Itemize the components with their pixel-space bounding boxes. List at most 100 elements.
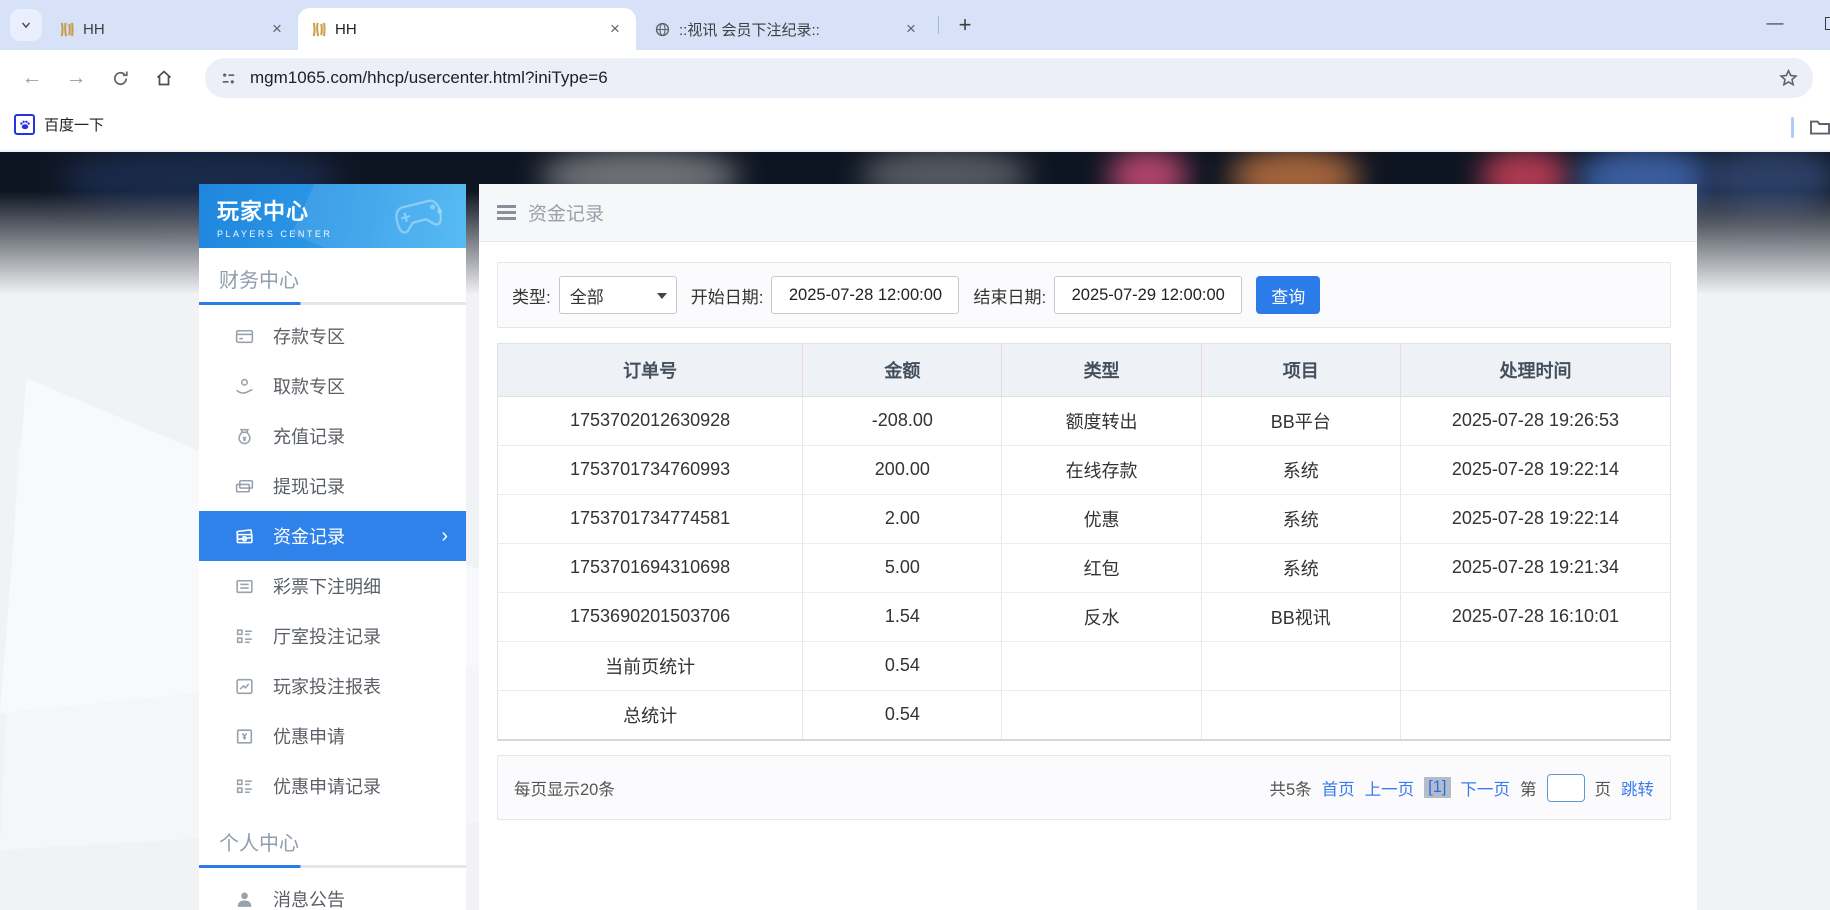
funds-table-wrapper: 订单号金额类型项目处理时间 1753702012630928-208.00额度转… xyxy=(497,343,1671,741)
sidebar-item-label: 彩票下注明细 xyxy=(273,573,381,599)
window-minimize-button[interactable]: — xyxy=(1752,0,1798,46)
back-button[interactable]: ← xyxy=(16,62,48,94)
tab-hh-1[interactable]: HH × xyxy=(46,8,298,50)
sidebar-item-player-bet-report[interactable]: 玩家投注报表 xyxy=(199,661,466,711)
bookmarks-folder-icon[interactable] xyxy=(1808,115,1830,139)
amount-cell: 0.54 xyxy=(803,690,1002,739)
person-icon xyxy=(233,888,255,910)
jump-button[interactable]: 跳转 xyxy=(1621,776,1654,800)
first-page-link[interactable]: 首页 xyxy=(1322,776,1355,800)
column-header-order-id: 订单号 xyxy=(498,344,803,396)
menu-hamburger-icon[interactable] xyxy=(497,205,516,220)
bookmark-baidu[interactable]: 百度一下 xyxy=(14,114,104,135)
order-id-cell: 1753690201503706 xyxy=(498,592,803,641)
sidebar-brand: 玩家中心 PLAYERS CENTER xyxy=(199,184,466,248)
amount-cell: 2.00 xyxy=(803,494,1002,543)
withdraw-hand-icon xyxy=(233,375,255,397)
filter-bar: 类型: 全部 开始日期: 结束日期: 查询 xyxy=(497,262,1671,328)
window-maximize-button[interactable] xyxy=(1808,0,1830,46)
tab-title: ::视讯 会员下注纪录:: xyxy=(679,19,892,40)
sidebar-item-label: 存款专区 xyxy=(273,323,345,349)
project-cell: 系统 xyxy=(1201,494,1400,543)
end-date-label: 结束日期: xyxy=(973,283,1046,308)
tab-close-icon[interactable]: × xyxy=(266,18,288,40)
type-cell: 优惠 xyxy=(1002,494,1201,543)
funds-note-icon xyxy=(233,525,255,547)
type-cell: 额度转出 xyxy=(1002,396,1201,445)
site-settings-icon[interactable] xyxy=(219,69,238,88)
sidebar-item-label: 优惠申请记录 xyxy=(273,773,381,799)
tab-title: HH xyxy=(83,21,258,38)
summary-row: 当前页统计0.54 xyxy=(498,641,1670,690)
summary-row: 总统计0.54 xyxy=(498,690,1670,739)
table-row: 17537016943106985.00红包系统2025-07-28 19:21… xyxy=(498,543,1670,592)
sidebar-nav: 财务中心存款专区取款专区充值记录提现记录资金记录› 彩票下注明细厅室投注记录玩家投… xyxy=(199,248,466,910)
table-row: 17537017347745812.00优惠系统2025-07-28 19:22… xyxy=(498,494,1670,543)
current-page-badge: [1] xyxy=(1424,777,1450,798)
type-cell xyxy=(1002,690,1201,739)
type-select[interactable]: 全部 xyxy=(559,276,677,314)
type-label: 类型: xyxy=(512,283,551,308)
order-id-cell: 总统计 xyxy=(498,690,803,739)
time-cell: 2025-07-28 19:21:34 xyxy=(1400,543,1670,592)
search-button[interactable]: 查询 xyxy=(1256,276,1320,314)
jump-page-input[interactable] xyxy=(1547,774,1585,802)
address-bar[interactable]: mgm1065.com/hhcp/usercenter.html?iniType… xyxy=(205,58,1813,98)
tab-close-icon[interactable]: × xyxy=(604,18,626,40)
start-date-input[interactable] xyxy=(771,276,959,314)
sidebar-item-label: 消息公告 xyxy=(273,886,345,910)
table-header-row: 订单号金额类型项目处理时间 xyxy=(498,344,1670,396)
sidebar-item-lottery-bet-details[interactable]: 彩票下注明细 xyxy=(199,561,466,611)
section-underline xyxy=(199,865,466,868)
time-cell: 2025-07-28 19:26:53 xyxy=(1400,396,1670,445)
next-page-link[interactable]: 下一页 xyxy=(1461,776,1511,800)
list-lines-icon xyxy=(233,575,255,597)
sidebar-item-label: 取款专区 xyxy=(273,373,345,399)
sidebar-section-title-1: 财务中心 xyxy=(199,248,466,302)
sidebar-item-recharge-records[interactable]: 充值记录 xyxy=(199,411,466,461)
sidebar-item-withdrawal-records[interactable]: 提现记录 xyxy=(199,461,466,511)
browser-toolbar: ← → mgm1065.com/hhcp/usercenter.html?ini… xyxy=(0,50,1830,105)
tab-hh-2-active[interactable]: HH × xyxy=(298,8,636,50)
project-cell: 系统 xyxy=(1201,445,1400,494)
order-id-cell: 1753701734760993 xyxy=(498,445,803,494)
type-cell: 反水 xyxy=(1002,592,1201,641)
sidebar-item-deposit-zone[interactable]: 存款专区 xyxy=(199,311,466,361)
forward-button[interactable]: → xyxy=(60,62,92,94)
total-count-text: 共5条 xyxy=(1269,776,1311,800)
sidebar-item-funds-records[interactable]: 资金记录› xyxy=(199,511,466,561)
main-panel: 资金记录 类型: 全部 开始日期: 结束日期: 查询 订单号金额类型项目处理时间… xyxy=(479,184,1697,910)
sidebar-section-title-2: 个人中心 xyxy=(199,811,466,865)
amount-cell: -208.00 xyxy=(803,396,1002,445)
sidebar-item-promo-apply-records[interactable]: 优惠申请记录 xyxy=(199,761,466,811)
tab-close-icon[interactable]: × xyxy=(900,18,922,40)
table-row: 1753701734760993200.00在线存款系统2025-07-28 1… xyxy=(498,445,1670,494)
site-logo-gold-icon xyxy=(310,21,327,38)
tab-video-bets[interactable]: ::视讯 会员下注纪录:: × xyxy=(642,8,932,50)
column-header-time: 处理时间 xyxy=(1400,344,1670,396)
amount-cell: 0.54 xyxy=(803,641,1002,690)
time-cell: 2025-07-28 19:22:14 xyxy=(1400,445,1670,494)
table-row: 17536902015037061.54反水BB视讯2025-07-28 16:… xyxy=(498,592,1670,641)
prev-page-link[interactable]: 上一页 xyxy=(1365,776,1415,800)
sidebar-item-withdraw-zone[interactable]: 取款专区 xyxy=(199,361,466,411)
bookmark-star-icon[interactable] xyxy=(1778,68,1799,89)
new-tab-button[interactable]: + xyxy=(950,10,980,40)
sidebar-item-promo-apply[interactable]: 优惠申请 xyxy=(199,711,466,761)
sidebar-item-messages[interactable]: 消息公告 xyxy=(199,874,466,910)
order-id-cell: 当前页统计 xyxy=(498,641,803,690)
reload-button[interactable] xyxy=(104,62,136,94)
order-id-cell: 1753701694310698 xyxy=(498,543,803,592)
end-date-input[interactable] xyxy=(1054,276,1242,314)
globe-icon xyxy=(654,21,671,38)
per-page-text: 每页显示20条 xyxy=(514,776,615,800)
sidebar: 玩家中心 PLAYERS CENTER 财务中心存款专区取款专区充值记录提现记录… xyxy=(199,184,466,910)
type-select-value: 全部 xyxy=(570,283,604,308)
home-button[interactable] xyxy=(148,62,180,94)
sidebar-item-label: 充值记录 xyxy=(273,423,345,449)
tab-search-button[interactable] xyxy=(10,9,42,41)
jump-suffix-text: 页 xyxy=(1595,776,1612,800)
recharge-bag-icon xyxy=(233,425,255,447)
sidebar-item-label: 资金记录 xyxy=(273,523,345,549)
sidebar-item-hall-bet-records[interactable]: 厅室投注记录 xyxy=(199,611,466,661)
